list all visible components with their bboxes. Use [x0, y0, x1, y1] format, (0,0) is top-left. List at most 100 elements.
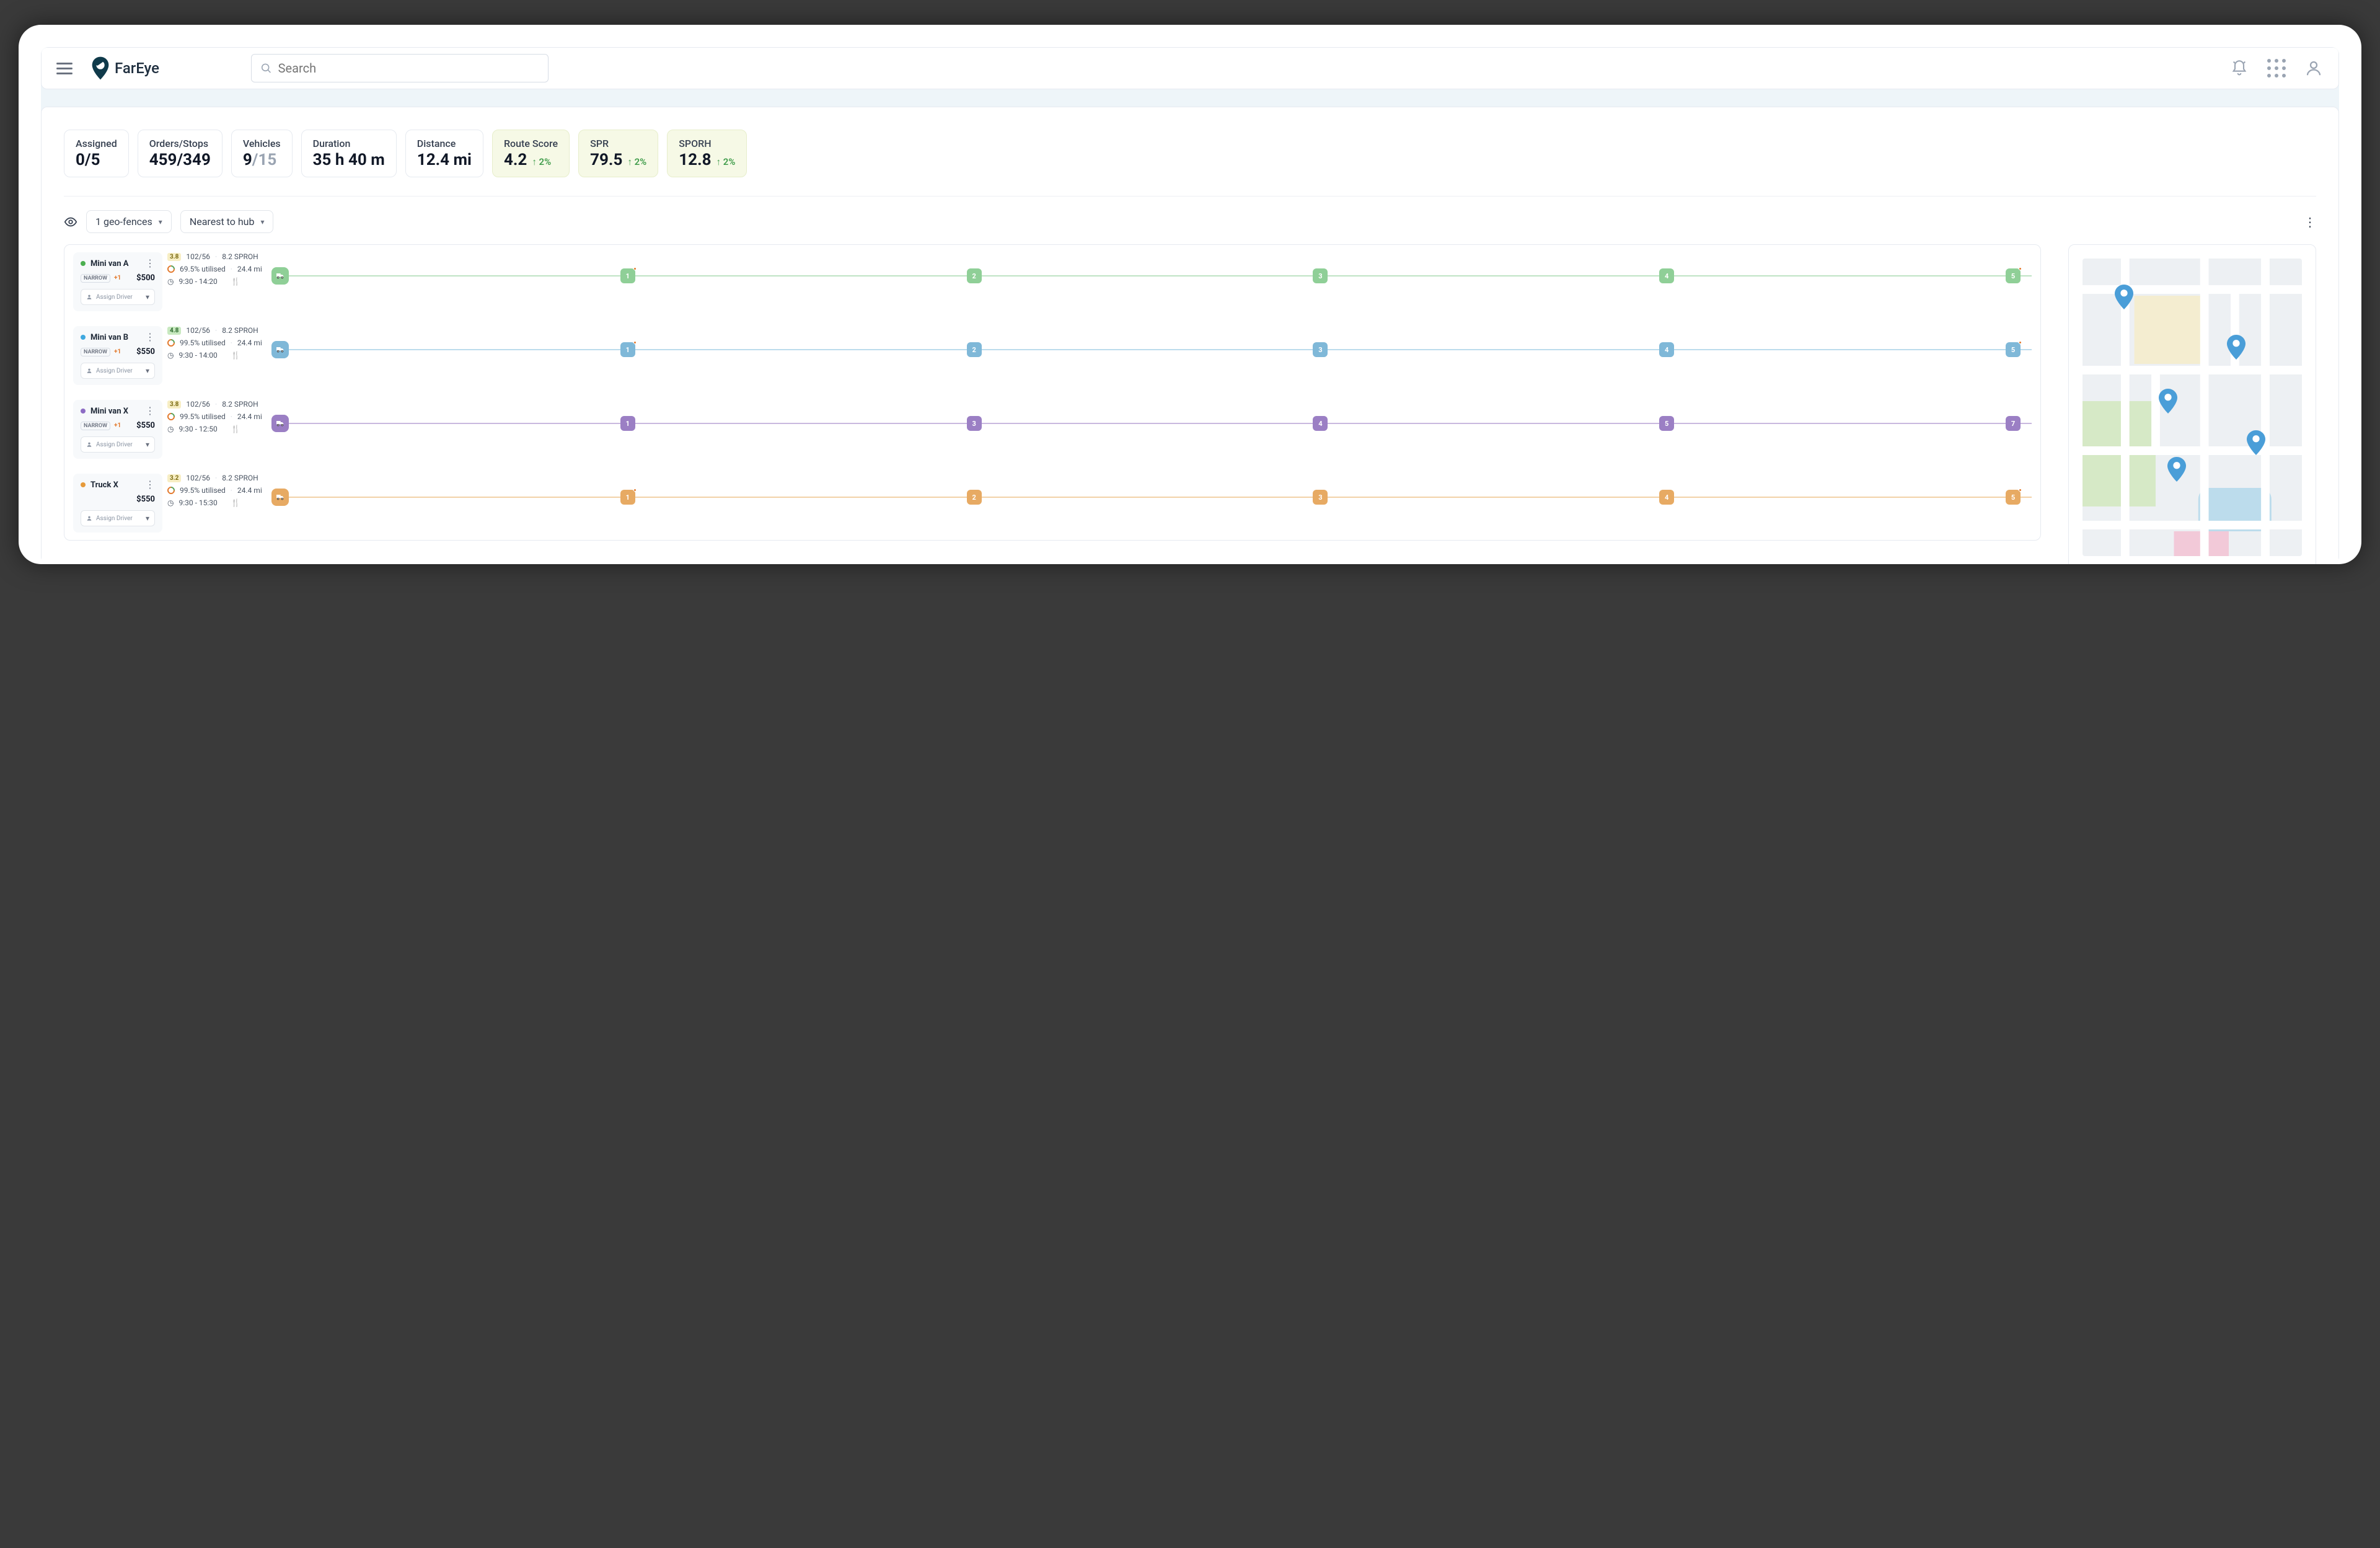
geofence-filter[interactable]: 1 geo-fences ▾: [86, 210, 172, 233]
route-card[interactable]: Truck X ⋮ $550 Assign Driver ▾: [73, 474, 162, 533]
map-pin[interactable]: [2227, 335, 2246, 360]
route-more-icon[interactable]: ⋮: [145, 332, 155, 342]
kpi-label: SPR: [590, 138, 646, 149]
kpi-label: Duration: [313, 138, 385, 149]
clock-icon: ◷: [167, 277, 174, 286]
chevron-down-icon: ▾: [146, 293, 149, 301]
route-stop[interactable]: 5: [2006, 490, 2021, 505]
route-stop[interactable]: 4: [1659, 268, 1674, 283]
route-name: Mini van X: [90, 407, 128, 416]
route-stop[interactable]: 3: [1313, 342, 1328, 357]
visibility-icon[interactable]: [64, 215, 77, 229]
route-stop[interactable]: 1: [620, 268, 635, 283]
kpi-label: SPORH: [679, 138, 735, 149]
route-more-icon[interactable]: ⋮: [145, 259, 155, 268]
assign-driver-select[interactable]: Assign Driver ▾: [81, 436, 155, 453]
clock-icon: ◷: [167, 425, 174, 433]
sort-filter[interactable]: Nearest to hub ▾: [180, 210, 274, 233]
route-stop[interactable]: 1: [620, 342, 635, 357]
route-score: 3.2: [167, 474, 181, 482]
chevron-down-icon: ▾: [159, 218, 162, 226]
route-distance: 24.4 mi: [237, 265, 262, 273]
sproh: 8.2 SPROH: [222, 326, 258, 335]
route-stop[interactable]: 2: [967, 342, 982, 357]
route-card[interactable]: Mini van A ⋮ NARROW+1 $500 Assign Driver…: [73, 252, 162, 311]
meal-icon: 🍴: [231, 277, 240, 286]
route-plus: +1: [114, 348, 121, 355]
route-stop[interactable]: 4: [1313, 416, 1328, 431]
route-stop[interactable]: 3: [1313, 268, 1328, 283]
chevron-down-icon: ▾: [146, 514, 149, 523]
route-metrics: 4.8 102/56· 8.2 SPROH 99.5% utilised· 24…: [167, 326, 267, 363]
topbar: FarEye: [41, 47, 2339, 89]
route-row: Mini van B ⋮ NARROW+1 $550 Assign Driver…: [64, 319, 2040, 392]
route-more-icon[interactable]: ⋮: [145, 480, 155, 490]
route-stop[interactable]: 5: [2006, 342, 2021, 357]
more-options-icon[interactable]: ⋮: [2304, 215, 2316, 229]
kpi-label: Route Score: [504, 138, 558, 149]
apps-grid-icon[interactable]: [2267, 58, 2286, 78]
assign-driver-select[interactable]: Assign Driver ▾: [81, 510, 155, 526]
kpi-row: Assigned 0/5Orders/Stops 459/349Vehicles…: [64, 130, 2316, 197]
route-start-icon: [271, 415, 289, 432]
user-icon: [86, 294, 92, 300]
kpi-value: 0/5: [76, 151, 117, 169]
map-pin[interactable]: [2159, 389, 2177, 414]
route-color-dot: [81, 409, 86, 414]
kpi-label: Vehicles: [243, 138, 281, 149]
route-stop[interactable]: 3: [1313, 490, 1328, 505]
notifications-icon[interactable]: [2229, 58, 2249, 78]
orders-stops: 102/56: [186, 252, 210, 261]
map[interactable]: [2082, 259, 2302, 556]
route-timeline: 1 2 3 4 5: [271, 474, 2032, 506]
route-stop[interactable]: 3: [967, 416, 982, 431]
sort-label: Nearest to hub: [190, 216, 255, 228]
route-stop[interactable]: 1: [620, 490, 635, 505]
assign-driver-select[interactable]: Assign Driver ▾: [81, 363, 155, 379]
assign-driver-select[interactable]: Assign Driver ▾: [81, 289, 155, 305]
menu-icon[interactable]: [56, 63, 73, 74]
route-cost: $550: [136, 495, 155, 504]
meal-icon: 🍴: [231, 498, 240, 507]
kpi-value: 35 h 40 m: [313, 151, 385, 169]
kpi-value: 9/15: [243, 151, 281, 169]
route-stop[interactable]: 2: [967, 268, 982, 283]
search-input[interactable]: [278, 61, 539, 76]
route-score: 4.8: [167, 327, 181, 335]
profile-icon[interactable]: [2304, 58, 2324, 78]
route-metrics: 3.8 102/56· 8.2 SPROH 99.5% utilised· 24…: [167, 400, 267, 437]
route-plus: +1: [114, 275, 121, 281]
assign-driver-label: Assign Driver: [96, 515, 133, 522]
kpi-card: Orders/Stops 459/349: [138, 130, 223, 177]
route-metrics: 3.8 102/56· 8.2 SPROH 69.5% utilised· 24…: [167, 252, 267, 290]
route-cost: $550: [136, 421, 155, 430]
route-time: 9:30 - 12:50: [178, 425, 217, 433]
route-cost: $550: [136, 347, 155, 356]
sproh: 8.2 SPROH: [222, 400, 258, 409]
map-panel: [2068, 244, 2316, 564]
route-card[interactable]: Mini van X ⋮ NARROW+1 $550 Assign Driver…: [73, 400, 162, 459]
route-stop[interactable]: 7: [2006, 416, 2021, 431]
map-pin[interactable]: [2167, 457, 2186, 482]
kpi-card: SPR 79.5↑ 2%: [578, 130, 658, 177]
search-box[interactable]: [251, 54, 549, 82]
route-stop[interactable]: 5: [1659, 416, 1674, 431]
map-pin[interactable]: [2115, 285, 2133, 309]
orders-stops: 102/56: [186, 326, 210, 335]
route-stop[interactable]: 4: [1659, 342, 1674, 357]
kpi-value: 459/349: [149, 151, 211, 169]
route-time: 9:30 - 14:00: [178, 351, 217, 360]
route-more-icon[interactable]: ⋮: [145, 406, 155, 416]
map-pin[interactable]: [2247, 430, 2265, 455]
route-row: Truck X ⋮ $550 Assign Driver ▾ 3.2 102/5…: [64, 466, 2040, 540]
route-color-dot: [81, 335, 86, 340]
utilised: 99.5% utilised: [180, 338, 226, 347]
chevron-down-icon: ▾: [146, 366, 149, 375]
route-stop[interactable]: 2: [967, 490, 982, 505]
kpi-card: Duration 35 h 40 m: [301, 130, 397, 177]
route-stop[interactable]: 4: [1659, 490, 1674, 505]
orders-stops: 102/56: [186, 474, 210, 482]
route-stop[interactable]: 1: [620, 416, 635, 431]
route-card[interactable]: Mini van B ⋮ NARROW+1 $550 Assign Driver…: [73, 326, 162, 385]
route-stop[interactable]: 5: [2006, 268, 2021, 283]
